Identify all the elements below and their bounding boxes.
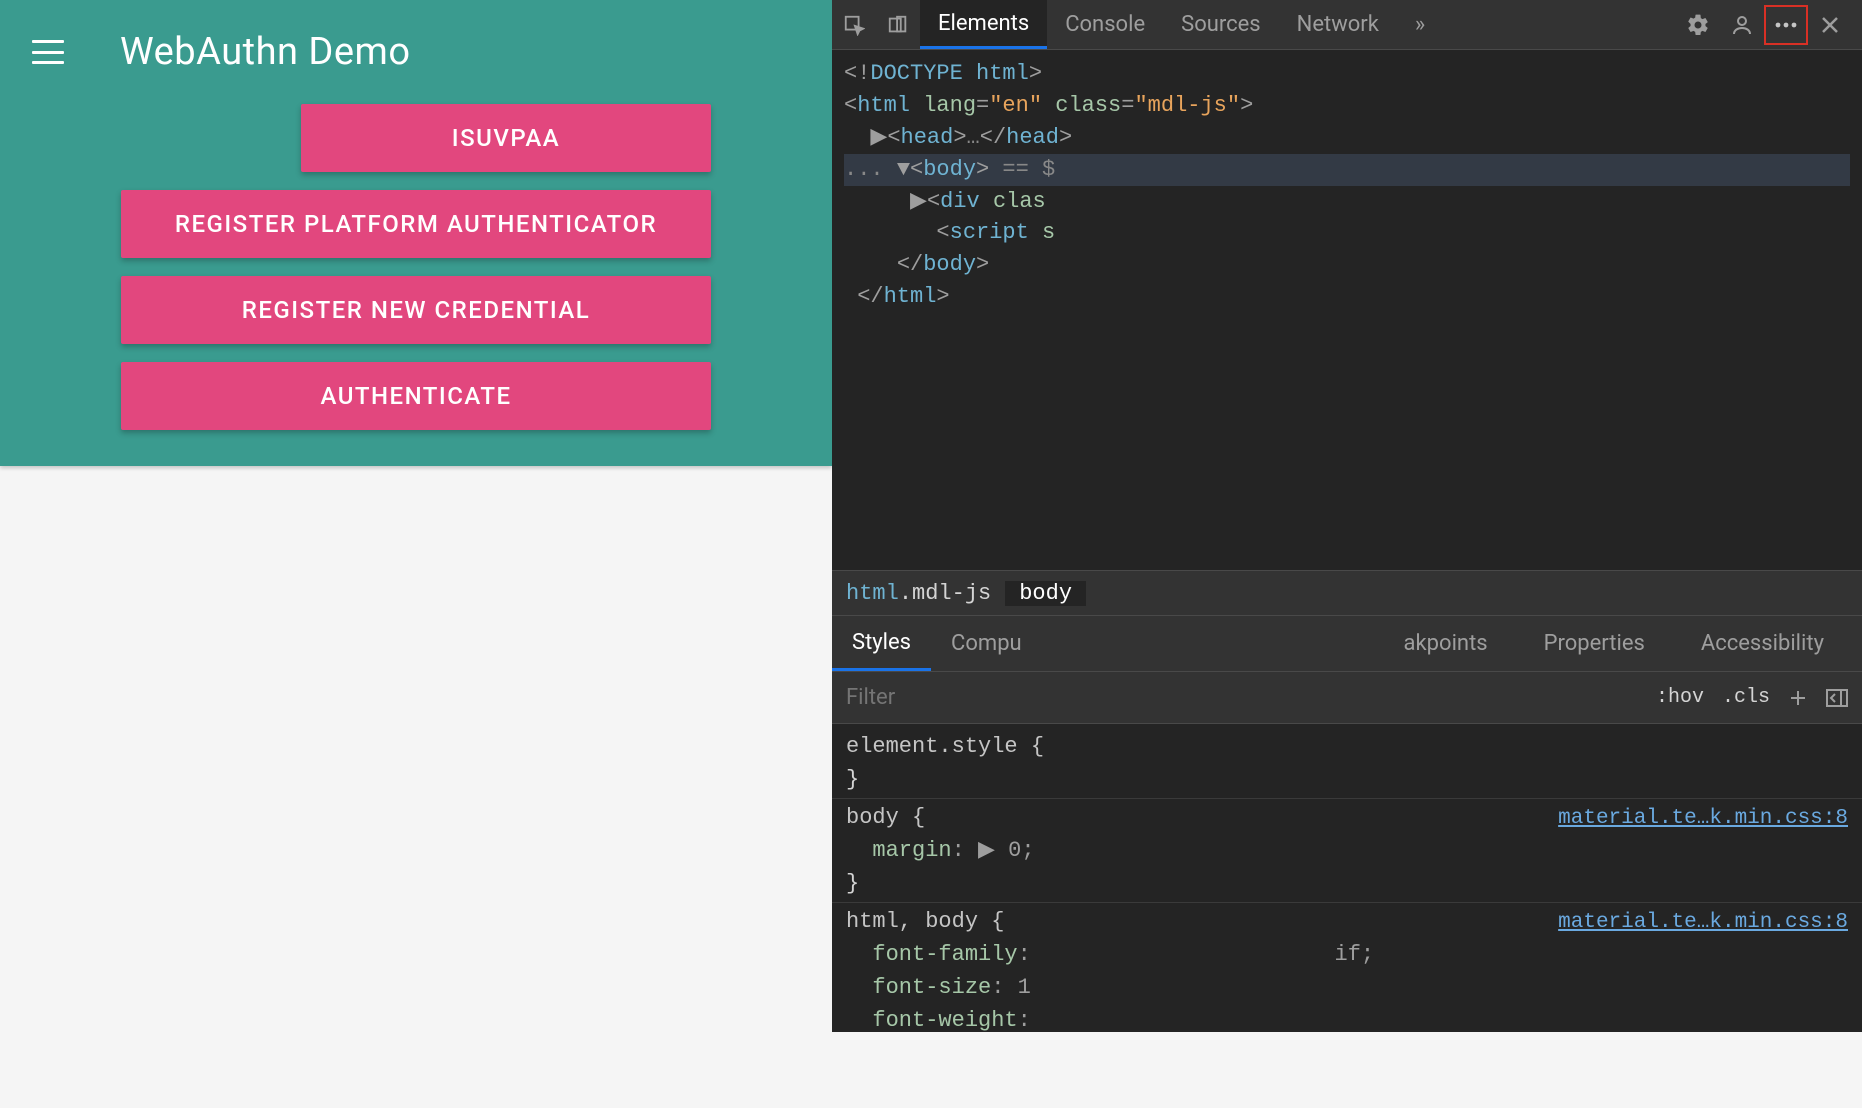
toggle-sidebar-icon[interactable] xyxy=(1826,689,1848,707)
breadcrumb-body[interactable]: body xyxy=(1005,581,1086,606)
tab-console[interactable]: Console xyxy=(1047,0,1163,49)
close-devtools-icon[interactable] xyxy=(1808,5,1852,45)
button-column: ISUVPAA REGISTER PLATFORM AUTHENTICATOR … xyxy=(0,94,832,440)
styles-tabs: Styles Compu akpoints Properties Accessi… xyxy=(832,616,1862,672)
cls-toggle[interactable]: .cls xyxy=(1722,686,1770,709)
tab-elements[interactable]: Elements xyxy=(920,0,1047,49)
elements-panel: <!DOCTYPE html> <html lang="en" class="m… xyxy=(832,50,1862,1032)
tab-styles[interactable]: Styles xyxy=(832,616,931,671)
hov-toggle[interactable]: :hov xyxy=(1656,686,1704,709)
app-header: WebAuthn Demo ISUVPAA REGISTER PLATFORM … xyxy=(0,0,832,466)
register-new-credential-button[interactable]: REGISTER NEW CREDENTIAL xyxy=(121,276,711,344)
css-source-link[interactable]: material.te…k.min.css:8 xyxy=(1558,803,1848,835)
toolbar-right xyxy=(1676,5,1862,45)
breadcrumb: html.mdl-js body xyxy=(832,570,1862,616)
tab-accessibility[interactable]: Accessibility xyxy=(1681,631,1844,656)
filter-row: :hov .cls xyxy=(832,672,1862,724)
app-title: WebAuthn Demo xyxy=(120,30,411,74)
style-rule[interactable]: material.te…k.min.css:8 body { margin: ▶… xyxy=(832,799,1862,903)
devtools-pane: Elements Console Sources Network » <!DOC… xyxy=(832,0,1862,1032)
breadcrumb-html[interactable]: html.mdl-js xyxy=(832,581,1005,606)
isuvpaa-button[interactable]: ISUVPAA xyxy=(301,104,711,172)
device-toolbar-icon[interactable] xyxy=(876,5,920,45)
title-row: WebAuthn Demo xyxy=(0,0,832,94)
tab-breakpoints[interactable]: akpoints xyxy=(1384,631,1508,656)
new-style-rule-icon[interactable] xyxy=(1788,688,1808,708)
dom-div-tag[interactable]: div xyxy=(940,189,980,214)
dom-html-tag[interactable]: html xyxy=(857,93,910,118)
tab-computed[interactable]: Compu xyxy=(931,616,1042,671)
devtools-toolbar: Elements Console Sources Network » xyxy=(832,0,1862,50)
authenticate-button[interactable]: AUTHENTICATE xyxy=(121,362,711,430)
tab-properties[interactable]: Properties xyxy=(1524,631,1665,656)
settings-gear-icon[interactable] xyxy=(1676,5,1720,45)
app-pane: WebAuthn Demo ISUVPAA REGISTER PLATFORM … xyxy=(0,0,832,1032)
dom-head-tag[interactable]: head xyxy=(901,125,954,150)
account-icon[interactable] xyxy=(1720,5,1764,45)
styles-filter-input[interactable] xyxy=(846,685,1046,710)
hamburger-menu-icon[interactable] xyxy=(32,40,64,64)
dom-tree[interactable]: <!DOCTYPE html> <html lang="en" class="m… xyxy=(832,50,1862,570)
dom-body-tag[interactable]: body xyxy=(923,157,976,182)
style-rule[interactable]: material.te…k.min.css:8 html, body { fon… xyxy=(832,903,1862,1032)
dom-script-tag[interactable]: script xyxy=(950,220,1029,245)
style-rule[interactable]: element.style { } xyxy=(832,728,1862,799)
inspect-element-icon[interactable] xyxy=(832,5,876,45)
tabs-overflow-icon[interactable]: » xyxy=(1397,0,1443,49)
devtools-tabs: Elements Console Sources Network » xyxy=(920,0,1443,49)
more-options-icon[interactable] xyxy=(1764,5,1808,45)
css-source-link[interactable]: material.te…k.min.css:8 xyxy=(1558,907,1848,939)
register-platform-authenticator-button[interactable]: REGISTER PLATFORM AUTHENTICATOR xyxy=(121,190,711,258)
tab-network[interactable]: Network xyxy=(1279,0,1397,49)
styles-body[interactable]: element.style { } material.te…k.min.css:… xyxy=(832,724,1862,1032)
tab-sources[interactable]: Sources xyxy=(1163,0,1279,49)
